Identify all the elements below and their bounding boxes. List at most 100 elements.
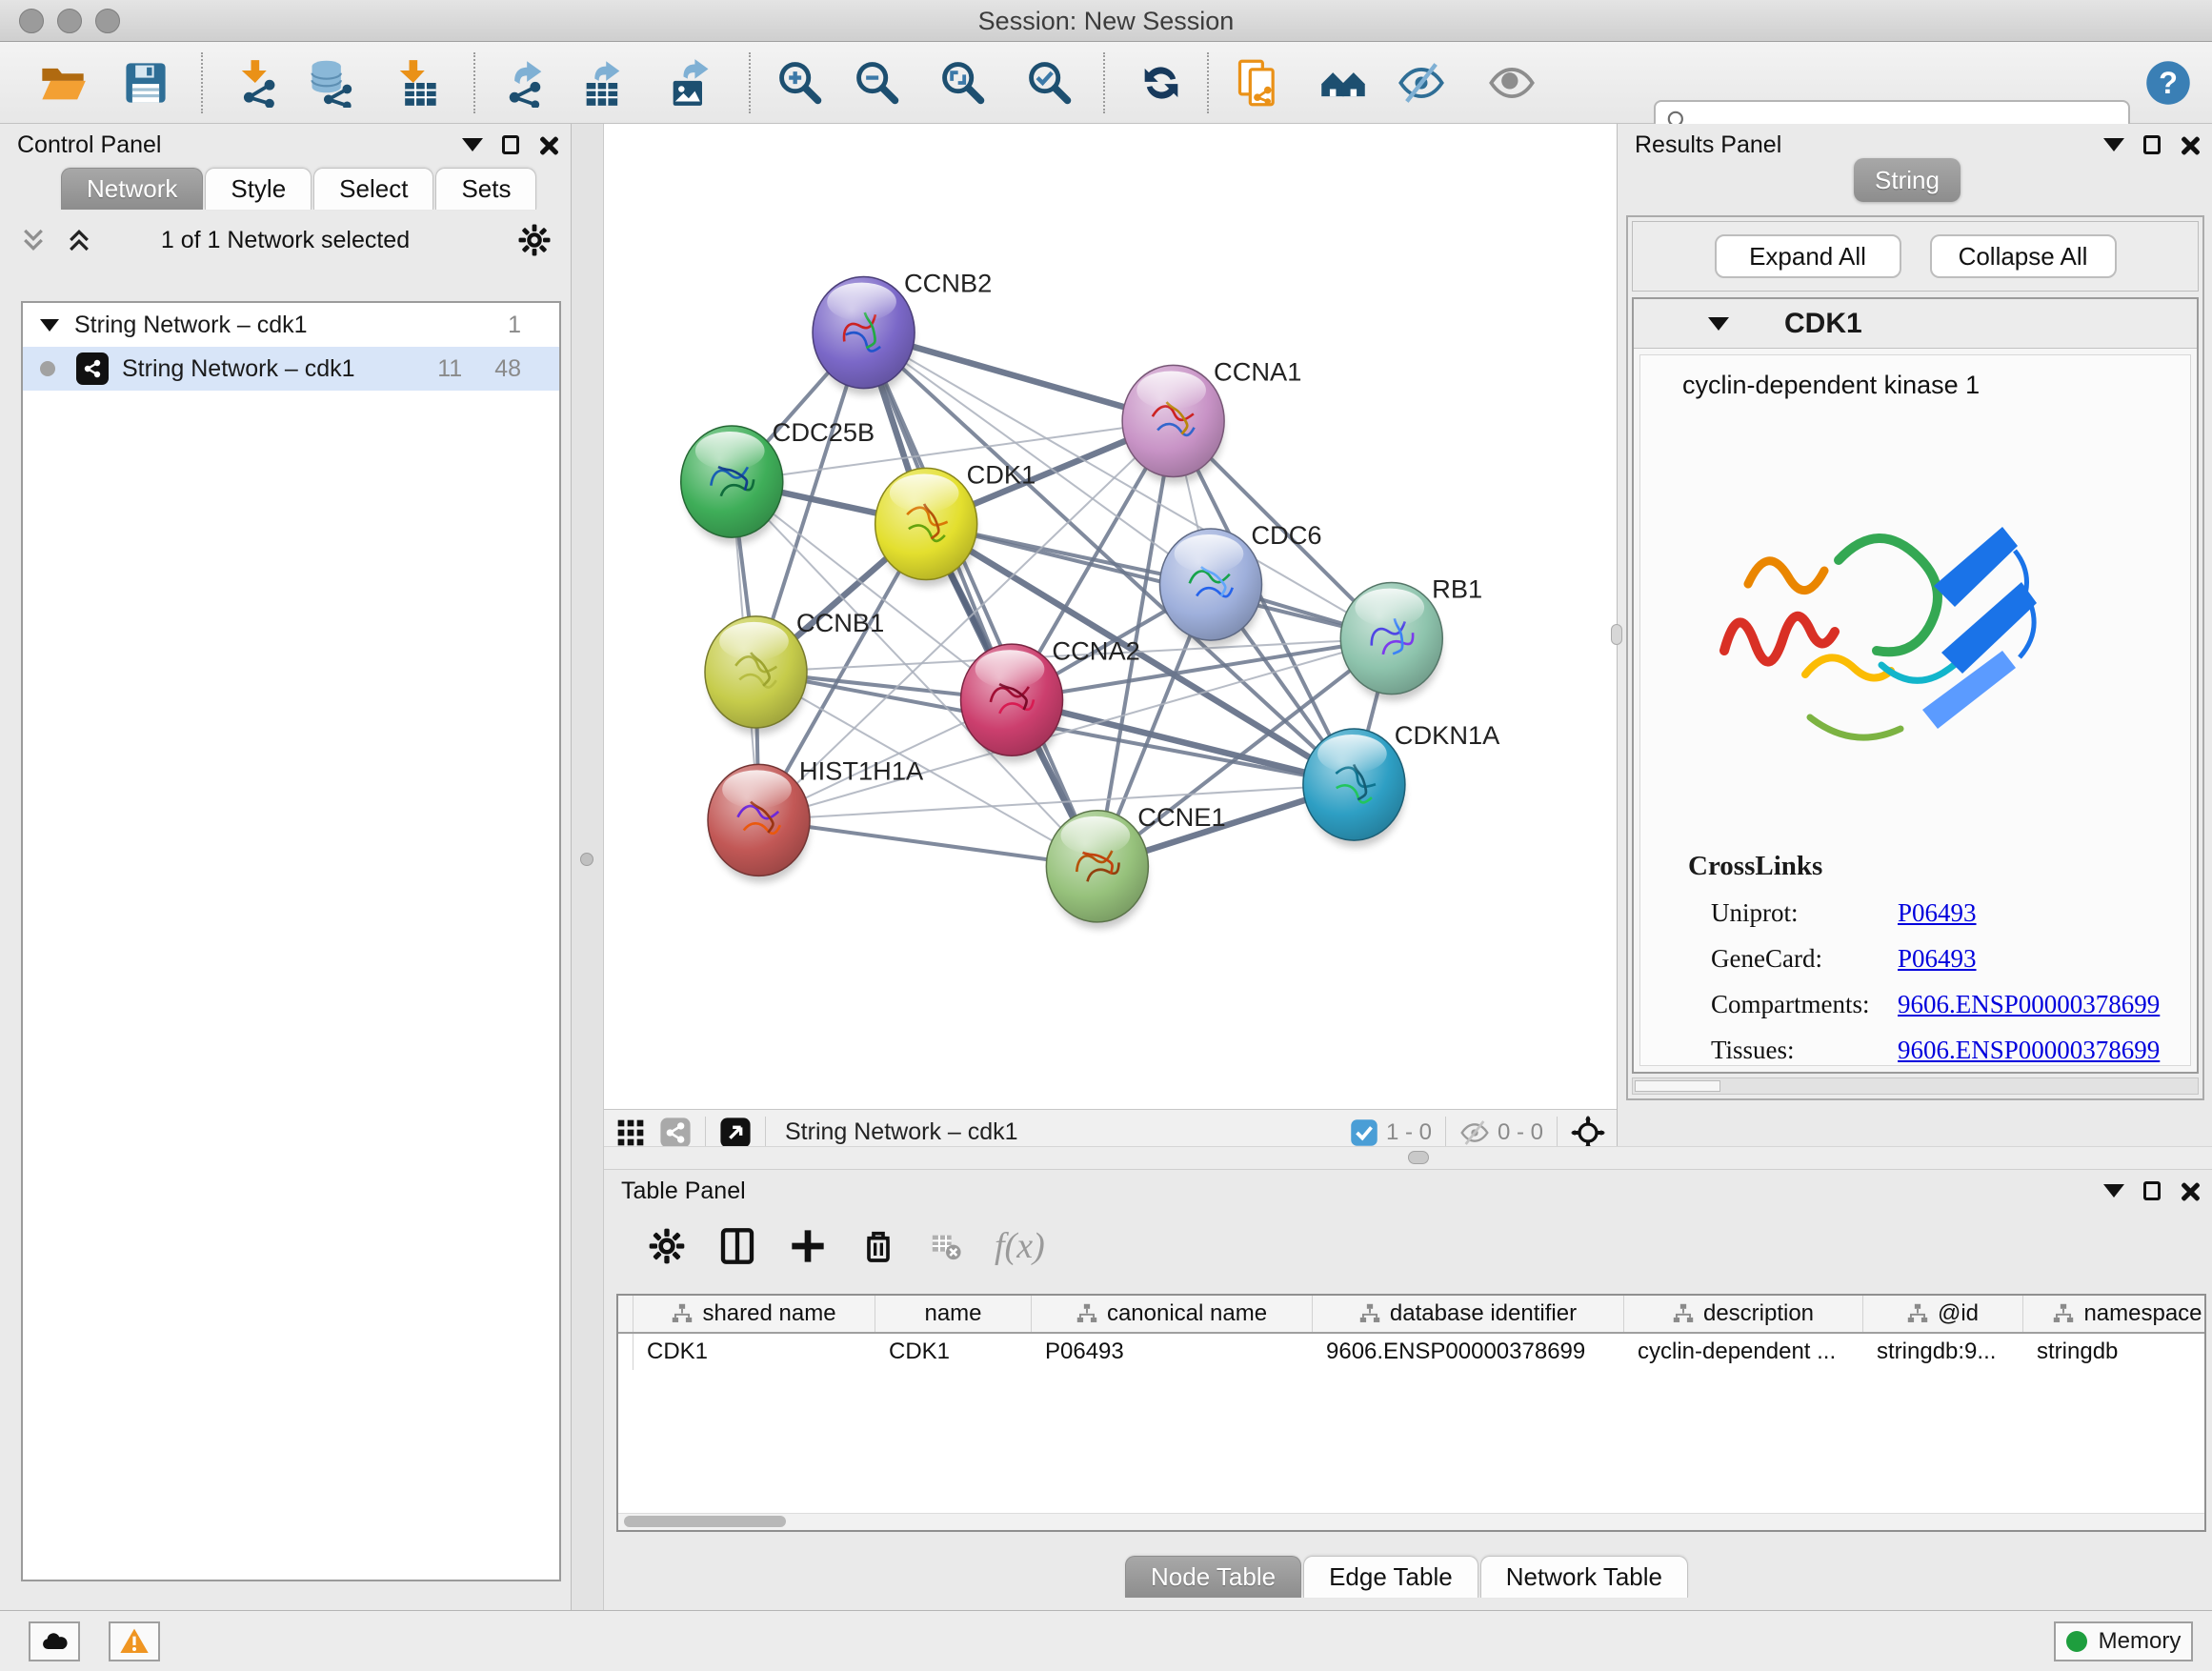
panel-divider-vertical[interactable]: [572, 124, 604, 1610]
panel-float-icon[interactable]: [2143, 1181, 2161, 1200]
expand-all-button[interactable]: Expand All: [1715, 234, 1901, 278]
column-header-id[interactable]: @id: [1863, 1296, 2023, 1332]
node-CCNB1[interactable]: [705, 616, 807, 728]
help-button[interactable]: ?: [2142, 56, 2195, 110]
import-table-icon[interactable]: [389, 56, 442, 110]
zoom-fit-icon[interactable]: [935, 56, 989, 110]
birdseye-view-icon[interactable]: [719, 1117, 752, 1149]
cell[interactable]: CDK1: [633, 1334, 875, 1370]
node-CCNA1[interactable]: [1122, 365, 1224, 476]
tab-sets[interactable]: Sets: [435, 168, 536, 210]
zoom-selected-icon[interactable]: [1022, 56, 1076, 110]
open-session-button[interactable]: [36, 56, 90, 110]
import-network-from-database-icon[interactable]: [304, 56, 357, 110]
node-RB1[interactable]: [1340, 583, 1442, 695]
houses-icon[interactable]: [1317, 56, 1370, 110]
node-CCNE1[interactable]: [1046, 811, 1148, 922]
panel-float-icon[interactable]: [502, 135, 519, 154]
warnings-button[interactable]: [109, 1621, 160, 1661]
collection-expand-icon[interactable]: [40, 319, 59, 332]
tab-string[interactable]: String: [1854, 158, 1961, 202]
panel-menu-icon[interactable]: [2103, 1184, 2124, 1198]
table-panel-title: Table Panel: [621, 1178, 746, 1205]
cell[interactable]: cyclin-dependent ...: [1624, 1334, 1863, 1370]
crosshair-icon[interactable]: [1571, 1116, 1605, 1150]
export-table-icon[interactable]: [576, 56, 630, 110]
save-session-button[interactable]: [119, 56, 172, 110]
column-header-canonical-name[interactable]: canonical name: [1032, 1296, 1313, 1332]
import-network-icon[interactable]: [231, 56, 284, 110]
cell[interactable]: stringdb: [2023, 1334, 2206, 1370]
column-header-namespace[interactable]: namespace: [2023, 1296, 2206, 1332]
protein-collapse-icon[interactable]: [1708, 317, 1729, 331]
zoom-in-icon[interactable]: [773, 56, 826, 110]
node-CCNB2[interactable]: [813, 277, 915, 389]
node-CDKN1A[interactable]: [1303, 729, 1405, 840]
tab-select[interactable]: Select: [313, 168, 433, 210]
panel-close-icon[interactable]: [2180, 1181, 2199, 1200]
protein-header[interactable]: CDK1: [1634, 299, 2197, 349]
scrollbar-thumb[interactable]: [624, 1516, 786, 1527]
tab-network-table[interactable]: Network Table: [1480, 1556, 1688, 1598]
node-CDC6[interactable]: [1159, 529, 1261, 640]
duplicate-network-icon[interactable]: [1232, 56, 1285, 110]
network-options-gear-icon[interactable]: [517, 223, 552, 257]
cell[interactable]: P06493: [1032, 1334, 1313, 1370]
refresh-layout-icon[interactable]: [1135, 56, 1188, 110]
tab-edge-table[interactable]: Edge Table: [1303, 1556, 1478, 1598]
eye-icon[interactable]: [1485, 56, 1538, 110]
panel-close-icon[interactable]: [2180, 135, 2199, 154]
node-HIST1H1A[interactable]: [708, 764, 810, 876]
table-options-gear-icon[interactable]: [648, 1227, 686, 1265]
grid-view-icon[interactable]: [615, 1117, 646, 1148]
eye-slash-icon[interactable]: [1395, 56, 1448, 110]
collapse-all-button[interactable]: Collapse All: [1930, 234, 2117, 278]
control-panel-tabs: NetworkStyleSelectSets: [0, 166, 571, 210]
column-header-name[interactable]: name: [875, 1296, 1032, 1332]
node-CDC25B[interactable]: [681, 426, 783, 537]
cell[interactable]: stringdb:9...: [1863, 1334, 2023, 1370]
network-row[interactable]: String Network – cdk1 11 48: [23, 347, 559, 391]
divider-handle[interactable]: [580, 853, 593, 866]
table-hscrollbar[interactable]: [618, 1513, 2204, 1530]
node-CDK1[interactable]: [875, 468, 977, 579]
selected-checkbox-icon[interactable]: [1350, 1118, 1378, 1147]
panel-menu-icon[interactable]: [462, 138, 483, 151]
node-CCNA2[interactable]: [961, 644, 1063, 755]
column-header-description[interactable]: description: [1624, 1296, 1863, 1332]
cell[interactable]: CDK1: [875, 1334, 1032, 1370]
panel-divider-horizontal[interactable]: [604, 1146, 2212, 1170]
node-table: shared namenamecanonical namedatabase id…: [616, 1294, 2206, 1532]
crosslink-link[interactable]: 9606.ENSP00000378699: [1898, 990, 2160, 1019]
export-image-icon[interactable]: [663, 56, 716, 110]
tab-network[interactable]: Network: [61, 168, 203, 210]
edge-CCNB2-CCNE1[interactable]: [864, 332, 1097, 866]
show-columns-icon[interactable]: [718, 1227, 756, 1265]
table-row[interactable]: CDK1CDK1P064939606.ENSP00000378699cyclin…: [618, 1334, 2204, 1370]
cloud-status-button[interactable]: [29, 1621, 80, 1661]
results-hscrollbar[interactable]: [1632, 1077, 2199, 1095]
crosslink-link[interactable]: P06493: [1898, 944, 1977, 974]
network-graph[interactable]: CCNB2CCNA1CDC25BCDK1CDC6RB1CCNB1CCNA2CDK…: [604, 124, 1617, 1109]
results-divider-handle[interactable]: [1611, 624, 1622, 645]
column-header-database-identifier[interactable]: database identifier: [1313, 1296, 1624, 1332]
panel-float-icon[interactable]: [2143, 135, 2161, 154]
network-collection-row[interactable]: String Network – cdk1 1: [23, 303, 559, 347]
delete-column-icon[interactable]: [859, 1227, 897, 1265]
network-tree: String Network – cdk1 1 String Network –…: [21, 301, 561, 1581]
column-header-shared-name[interactable]: shared name: [633, 1296, 875, 1332]
network-canvas[interactable]: CCNB2CCNA1CDC25BCDK1CDC6RB1CCNB1CCNA2CDK…: [604, 124, 1617, 1109]
panel-menu-icon[interactable]: [2103, 138, 2124, 151]
panel-close-icon[interactable]: [538, 135, 557, 154]
tab-node-table[interactable]: Node Table: [1125, 1556, 1301, 1598]
share-view-icon[interactable]: [659, 1117, 692, 1149]
cell[interactable]: 9606.ENSP00000378699: [1313, 1334, 1624, 1370]
tab-style[interactable]: Style: [205, 168, 312, 210]
divider-handle[interactable]: [1408, 1151, 1429, 1164]
crosslink-link[interactable]: 9606.ENSP00000378699: [1898, 1036, 2160, 1065]
export-network-icon[interactable]: [498, 56, 552, 110]
crosslink-link[interactable]: P06493: [1898, 898, 1977, 928]
memory-button[interactable]: Memory: [2054, 1621, 2193, 1661]
zoom-out-icon[interactable]: [850, 56, 903, 110]
add-column-icon[interactable]: [789, 1227, 827, 1265]
